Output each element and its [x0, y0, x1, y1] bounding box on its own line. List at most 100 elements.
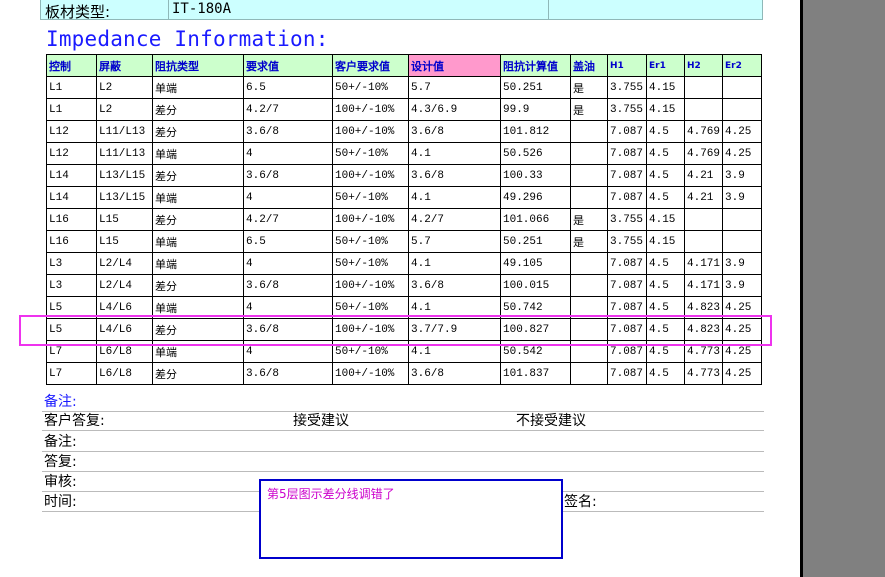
table-cell[interactable]: 4.5 — [646, 274, 685, 297]
annotation-comment-box[interactable]: 第5层图示差分线调错了 — [259, 479, 563, 559]
table-cell[interactable] — [570, 362, 608, 385]
table-cell[interactable]: 50+/-10% — [332, 142, 409, 165]
table-cell[interactable]: L16 — [46, 208, 97, 231]
table-cell[interactable]: 7.087 — [607, 186, 647, 209]
table-cell[interactable]: L2 — [96, 98, 153, 121]
table-cell[interactable]: 3.6/8 — [243, 120, 333, 143]
table-cell[interactable]: 99.9 — [500, 98, 571, 121]
table-cell[interactable]: 3.6/8 — [408, 164, 501, 187]
table-cell[interactable]: L3 — [46, 252, 97, 275]
table-cell[interactable]: 差分 — [152, 164, 244, 187]
table-cell[interactable]: 3.6/8 — [243, 274, 333, 297]
table-cell[interactable]: L16 — [46, 230, 97, 253]
table-cell[interactable]: L7 — [46, 362, 97, 385]
table-cell[interactable]: L11/L13 — [96, 120, 153, 143]
table-cell[interactable]: L11/L13 — [96, 142, 153, 165]
table-cell[interactable]: 差分 — [152, 98, 244, 121]
table-cell[interactable]: 3.6/8 — [408, 274, 501, 297]
table-cell[interactable]: 100.33 — [500, 164, 571, 187]
table-cell[interactable]: 单端 — [152, 76, 244, 99]
table-cell[interactable]: 4.3/6.9 — [408, 98, 501, 121]
table-cell[interactable]: L14 — [46, 186, 97, 209]
table-cell[interactable]: 4.773 — [684, 362, 723, 385]
table-cell[interactable]: 4.2/7 — [408, 208, 501, 231]
table-cell[interactable]: 4.15 — [646, 208, 685, 231]
table-cell[interactable]: L2 — [96, 76, 153, 99]
table-cell[interactable] — [684, 76, 723, 99]
table-cell[interactable] — [684, 208, 723, 231]
table-cell[interactable]: 4.21 — [684, 164, 723, 187]
table-cell[interactable]: 50.251 — [500, 76, 571, 99]
table-cell[interactable]: 3.755 — [607, 98, 647, 121]
table-cell[interactable]: 4.2/7 — [243, 98, 333, 121]
table-cell[interactable]: 3.9 — [722, 274, 762, 297]
table-cell[interactable]: 差分 — [152, 120, 244, 143]
table-cell[interactable]: 4.15 — [646, 76, 685, 99]
table-cell[interactable] — [684, 230, 723, 253]
table-cell[interactable]: L14 — [46, 164, 97, 187]
table-cell[interactable]: L1 — [46, 76, 97, 99]
table-cell[interactable]: 50+/-10% — [332, 186, 409, 209]
table-cell[interactable]: 50.526 — [500, 142, 571, 165]
table-cell[interactable]: 50+/-10% — [332, 230, 409, 253]
table-cell[interactable]: 4.5 — [646, 164, 685, 187]
table-cell[interactable] — [570, 120, 608, 143]
table-cell[interactable]: L15 — [96, 230, 153, 253]
table-cell[interactable]: L3 — [46, 274, 97, 297]
table-cell[interactable]: 4.769 — [684, 120, 723, 143]
table-cell[interactable]: 100+/-10% — [332, 120, 409, 143]
table-cell[interactable] — [684, 98, 723, 121]
table-cell[interactable]: 50.251 — [500, 230, 571, 253]
table-cell[interactable]: 4.15 — [646, 98, 685, 121]
table-cell[interactable]: 是 — [570, 230, 608, 253]
table-cell[interactable]: 单端 — [152, 230, 244, 253]
table-cell[interactable]: 差分 — [152, 208, 244, 231]
table-cell[interactable]: L2/L4 — [96, 274, 153, 297]
table-cell[interactable]: 3.6/8 — [408, 362, 501, 385]
table-cell[interactable]: 50+/-10% — [332, 76, 409, 99]
table-cell[interactable] — [570, 274, 608, 297]
table-cell[interactable]: 4.171 — [684, 252, 723, 275]
table-cell[interactable]: 单端 — [152, 186, 244, 209]
table-cell[interactable]: 3.755 — [607, 76, 647, 99]
table-cell[interactable]: 差分 — [152, 362, 244, 385]
table-cell[interactable]: 3.6/8 — [243, 362, 333, 385]
table-cell[interactable]: 单端 — [152, 142, 244, 165]
table-cell[interactable]: 3.9 — [722, 164, 762, 187]
table-cell[interactable]: 100+/-10% — [332, 274, 409, 297]
table-cell[interactable]: L6/L8 — [96, 362, 153, 385]
table-cell[interactable] — [570, 252, 608, 275]
board-type-value[interactable]: IT-180A — [172, 1, 231, 17]
table-cell[interactable]: 差分 — [152, 274, 244, 297]
table-cell[interactable]: 4.5 — [646, 142, 685, 165]
table-cell[interactable]: 单端 — [152, 252, 244, 275]
table-cell[interactable]: L15 — [96, 208, 153, 231]
table-cell[interactable]: 3.9 — [722, 186, 762, 209]
table-cell[interactable] — [722, 208, 762, 231]
table-cell[interactable]: 7.087 — [607, 274, 647, 297]
table-cell[interactable]: 100+/-10% — [332, 362, 409, 385]
table-cell[interactable]: 4.25 — [722, 142, 762, 165]
table-cell[interactable]: 7.087 — [607, 252, 647, 275]
table-cell[interactable]: 5.7 — [408, 230, 501, 253]
table-cell[interactable]: 101.066 — [500, 208, 571, 231]
table-cell[interactable]: 4.1 — [408, 186, 501, 209]
table-cell[interactable]: 7.087 — [607, 142, 647, 165]
table-cell[interactable]: 7.087 — [607, 164, 647, 187]
table-cell[interactable]: 4 — [243, 142, 333, 165]
table-cell[interactable]: 4.769 — [684, 142, 723, 165]
table-cell[interactable]: 4.1 — [408, 252, 501, 275]
table-cell[interactable]: 4.5 — [646, 120, 685, 143]
table-cell[interactable]: 4.5 — [646, 362, 685, 385]
table-cell[interactable]: 4 — [243, 186, 333, 209]
table-cell[interactable]: L1 — [46, 98, 97, 121]
accept-option[interactable]: 接受建议 — [293, 410, 349, 430]
table-cell[interactable]: L13/L15 — [96, 186, 153, 209]
table-cell[interactable]: 3.9 — [722, 252, 762, 275]
table-cell[interactable]: L12 — [46, 120, 97, 143]
table-cell[interactable]: 101.837 — [500, 362, 571, 385]
table-cell[interactable]: 是 — [570, 98, 608, 121]
table-cell[interactable]: 4.1 — [408, 142, 501, 165]
table-cell[interactable]: 是 — [570, 208, 608, 231]
table-cell[interactable] — [722, 230, 762, 253]
